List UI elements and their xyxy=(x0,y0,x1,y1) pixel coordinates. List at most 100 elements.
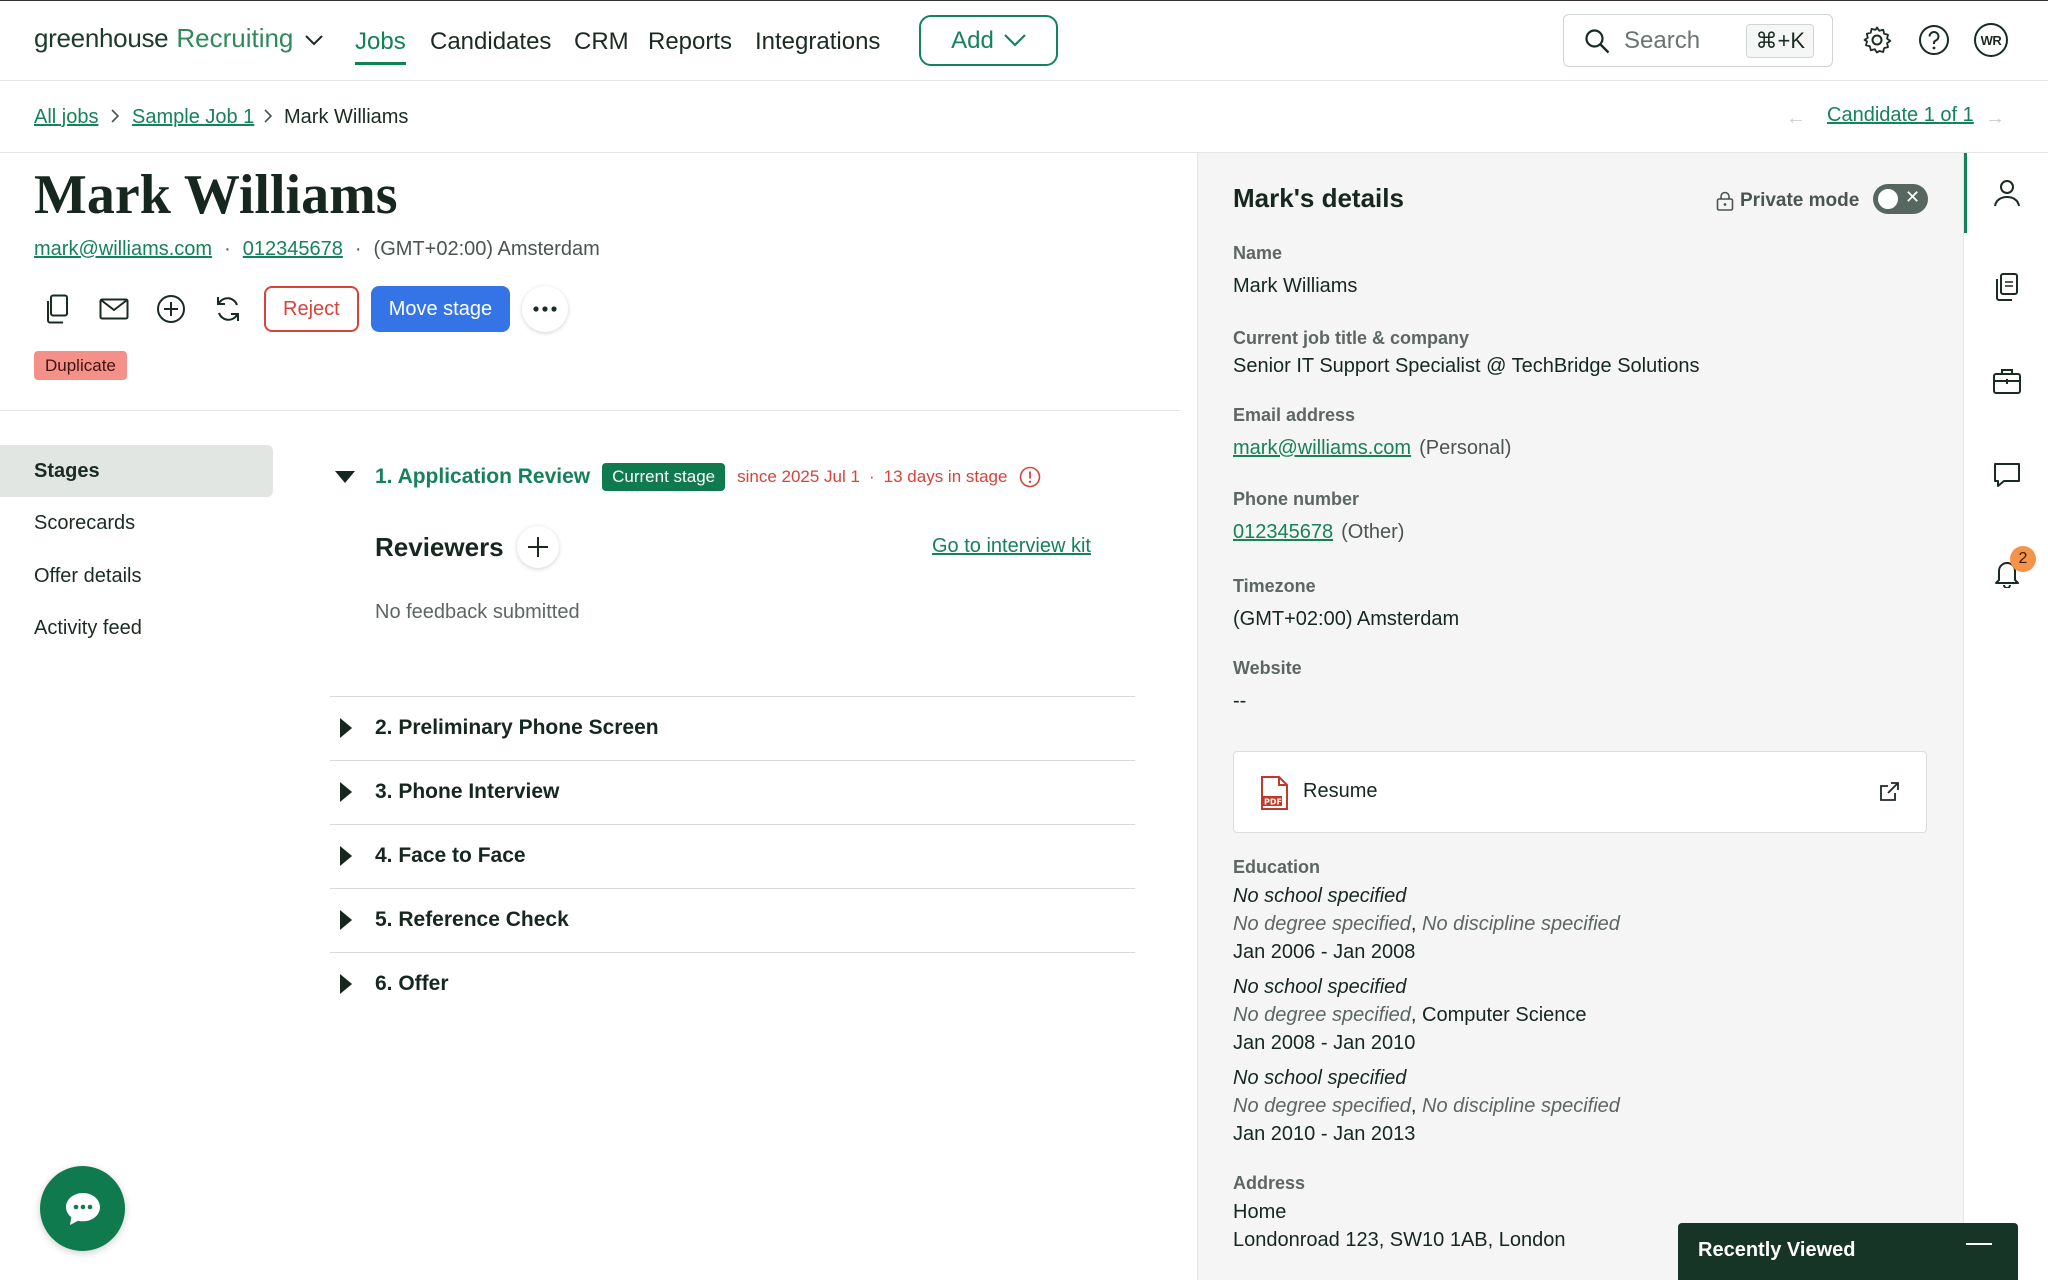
copy-documents-icon xyxy=(47,294,68,324)
reject-button[interactable]: Reject xyxy=(264,286,359,332)
private-mode-toggle[interactable]: ✕ xyxy=(1873,184,1928,214)
education-degree: No degree specified xyxy=(1233,1095,1411,1117)
education-school: No school specified xyxy=(1233,885,1407,907)
private-mode-label: Private mode xyxy=(1716,190,1859,212)
refresh-arrows-icon xyxy=(217,297,239,321)
add-to-button[interactable] xyxy=(148,286,194,332)
nav-jobs[interactable]: Jobs xyxy=(355,27,406,65)
search-shortcut: ⌘+K xyxy=(1746,24,1814,58)
candidate-counter-link[interactable]: Candidate 1 of 1 xyxy=(1827,104,1974,127)
minimize-icon[interactable] xyxy=(1966,1243,1992,1245)
help-icon[interactable] xyxy=(1917,23,1951,57)
transfer-button[interactable] xyxy=(205,286,251,332)
caret-right-icon xyxy=(340,846,352,866)
breadcrumb-candidate: Mark Williams xyxy=(284,106,409,128)
caret-right-icon xyxy=(340,910,352,930)
caret-right-icon xyxy=(340,782,352,802)
candidate-email-link[interactable]: mark@williams.com xyxy=(34,235,212,263)
caret-down-icon xyxy=(335,471,355,483)
education-discipline: No discipline specified xyxy=(1422,1095,1620,1117)
caret-right-icon xyxy=(340,974,352,994)
right-side-rail: 2 xyxy=(1963,153,2048,1280)
recently-viewed-panel[interactable]: Recently Viewed xyxy=(1678,1223,2018,1280)
current-stage-badge: Current stage xyxy=(602,463,726,491)
settings-gear-icon[interactable] xyxy=(1860,23,1894,57)
brand-name: greenhouse xyxy=(34,23,169,53)
timezone-value: (GMT+02:00) Amsterdam xyxy=(1233,608,1460,630)
stage-application-review-header[interactable]: 1. Application Review Current stage sinc… xyxy=(335,463,1041,491)
education-dates: Jan 2008 - Jan 2010 xyxy=(1233,1032,1416,1054)
stage-row-preliminary-phone-screen[interactable]: 2. Preliminary Phone Screen xyxy=(330,696,1135,760)
user-avatar[interactable]: WR xyxy=(1974,23,2008,57)
email-button[interactable] xyxy=(91,286,137,332)
stage-row-offer[interactable]: 6. Offer xyxy=(330,952,1135,1016)
email-value: mark@williams.com (Personal) xyxy=(1233,437,1511,460)
details-email-link[interactable]: mark@williams.com xyxy=(1233,437,1411,459)
resume-label: Resume xyxy=(1303,780,1378,802)
add-button[interactable]: Add xyxy=(919,15,1058,66)
copy-button[interactable] xyxy=(34,286,80,332)
education-discipline: No discipline specified xyxy=(1422,913,1620,935)
stage-label: 4. Face to Face xyxy=(375,844,526,867)
subnav-stages[interactable]: Stages xyxy=(34,458,100,484)
candidate-phone-link[interactable]: 012345678 xyxy=(243,235,343,263)
details-phone-link[interactable]: 012345678 xyxy=(1233,521,1333,543)
email-type: (Personal) xyxy=(1419,437,1512,459)
phone-type: (Other) xyxy=(1341,521,1405,543)
next-candidate-arrow-icon[interactable]: → xyxy=(1985,107,2005,130)
address-value: Londonroad 123, SW10 1AB, London xyxy=(1233,1229,1566,1251)
website-label: Website xyxy=(1233,658,1302,678)
nav-candidates[interactable]: Candidates xyxy=(430,27,551,57)
interview-kit-link[interactable]: Go to interview kit xyxy=(932,535,1091,558)
nav-integrations[interactable]: Integrations xyxy=(755,27,880,57)
add-reviewer-button[interactable] xyxy=(517,526,559,568)
website-value: -- xyxy=(1233,690,1247,712)
candidate-timezone: (GMT+02:00) Amsterdam xyxy=(373,238,600,260)
chat-button[interactable] xyxy=(40,1166,125,1251)
stage-row-phone-interview[interactable]: 3. Phone Interview xyxy=(330,760,1135,824)
breadcrumb-job[interactable]: Sample Job 1 xyxy=(132,104,254,130)
previous-candidate-arrow-icon[interactable]: ← xyxy=(1786,107,1806,130)
nav-reports[interactable]: Reports xyxy=(648,27,732,57)
duplicate-badge: Duplicate xyxy=(34,351,127,380)
person-icon[interactable] xyxy=(1992,178,2022,208)
search-input[interactable]: Search ⌘+K xyxy=(1563,14,1833,67)
education-dates: Jan 2006 - Jan 2008 xyxy=(1233,941,1416,963)
external-link-icon[interactable] xyxy=(1878,781,1900,803)
subnav-offer-details[interactable]: Offer details xyxy=(34,563,141,589)
documents-icon[interactable] xyxy=(1992,272,2022,302)
education-dates: Jan 2010 - Jan 2013 xyxy=(1233,1123,1416,1145)
education-degree-line: No degree specified, No discipline speci… xyxy=(1233,913,1620,935)
recently-viewed-title: Recently Viewed xyxy=(1698,1239,1856,1261)
notification-count-badge: 2 xyxy=(2010,546,2036,572)
email-label: Email address xyxy=(1233,405,1356,425)
no-feedback-text: No feedback submitted xyxy=(375,601,580,623)
caret-right-icon xyxy=(340,718,352,738)
svg-text:PDF: PDF xyxy=(1264,798,1282,807)
add-label: Add xyxy=(951,26,994,54)
search-placeholder: Search xyxy=(1624,26,1701,54)
resume-card[interactable]: PDF Resume xyxy=(1233,751,1927,833)
education-degree: No degree specified xyxy=(1233,1004,1411,1026)
name-value: Mark Williams xyxy=(1233,275,1358,297)
product-name: Recruiting xyxy=(176,23,294,53)
education-school: No school specified xyxy=(1233,976,1407,998)
nav-crm[interactable]: CRM xyxy=(574,27,629,57)
breadcrumb-all-jobs[interactable]: All jobs xyxy=(34,104,98,130)
stage-row-reference-check[interactable]: 5. Reference Check xyxy=(330,888,1135,952)
stage-label: 6. Offer xyxy=(375,972,449,995)
education-degree: No degree specified xyxy=(1233,913,1411,935)
separator-dot: · xyxy=(224,238,231,260)
chat-bubble-icon xyxy=(65,1192,100,1225)
chevron-down-icon xyxy=(1004,34,1026,47)
stage-row-face-to-face[interactable]: 4. Face to Face xyxy=(330,824,1135,888)
candidate-actions: Reject Move stage xyxy=(34,286,568,332)
move-stage-button[interactable]: Move stage xyxy=(370,286,511,332)
more-options-button[interactable] xyxy=(522,286,568,332)
greenhouse-logo[interactable]: greenhouse Recruiting xyxy=(34,23,324,53)
subnav-activity-feed[interactable]: Activity feed xyxy=(34,615,142,641)
subnav-scorecards[interactable]: Scorecards xyxy=(34,510,135,536)
briefcase-icon[interactable] xyxy=(1992,366,2022,396)
comment-icon[interactable] xyxy=(1992,460,2022,490)
stage-title: 1. Application Review xyxy=(375,465,591,488)
